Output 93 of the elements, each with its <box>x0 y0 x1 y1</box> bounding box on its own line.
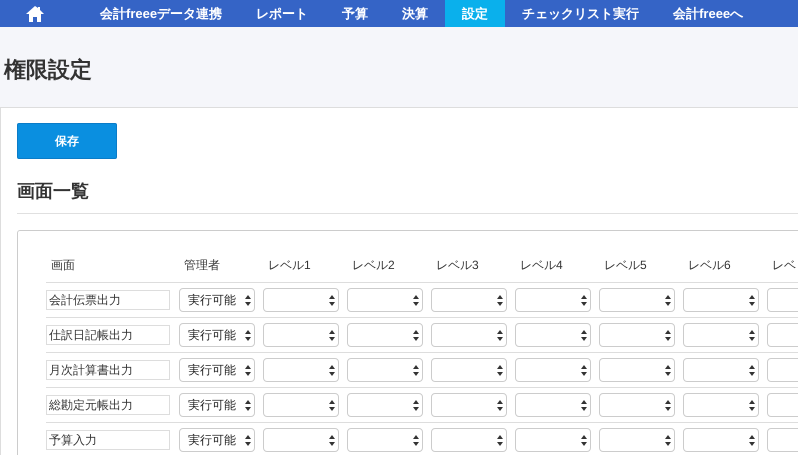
updown-icon <box>329 434 335 446</box>
updown-icon <box>665 294 671 306</box>
permission-select[interactable] <box>347 358 423 382</box>
updown-icon <box>245 434 251 446</box>
permission-select[interactable] <box>431 288 507 312</box>
permission-select[interactable] <box>683 428 759 452</box>
updown-icon <box>581 400 587 410</box>
screen-name-field[interactable]: 総勘定元帳出力 <box>46 395 170 415</box>
page-title: 権限設定 <box>2 56 93 84</box>
permission-select[interactable]: 実行可能 <box>179 428 255 452</box>
permission-select[interactable] <box>599 428 675 452</box>
updown-icon <box>413 330 419 340</box>
updown-icon <box>749 400 755 410</box>
column-header: 管理者 <box>179 249 263 283</box>
screen-name-field[interactable]: 予算入力 <box>46 430 170 450</box>
permission-select[interactable] <box>431 428 507 452</box>
permission-select[interactable] <box>347 288 423 312</box>
updown-icon <box>329 330 335 340</box>
permission-select[interactable] <box>431 358 507 382</box>
permission-select[interactable]: 実行可能 <box>179 358 255 382</box>
updown-icon <box>749 330 755 340</box>
updown-icon <box>581 434 587 446</box>
permission-select[interactable] <box>599 393 675 417</box>
permission-select[interactable] <box>431 323 507 347</box>
updown-icon <box>581 330 587 340</box>
updown-icon <box>749 434 755 446</box>
permission-select[interactable] <box>683 393 759 417</box>
updown-icon <box>245 330 251 340</box>
permission-select[interactable] <box>263 358 339 382</box>
nav-tab[interactable]: 決算 <box>385 0 446 27</box>
permission-select[interactable] <box>347 393 423 417</box>
screen-name-field[interactable]: 月次計算書出力 <box>46 360 170 380</box>
permission-select[interactable] <box>599 288 675 312</box>
column-header: レベル3 <box>431 249 515 283</box>
permission-select[interactable] <box>515 288 591 312</box>
column-header: レベル4 <box>515 249 599 283</box>
permission-select[interactable] <box>683 323 759 347</box>
column-header: レベル1 <box>263 249 347 283</box>
updown-icon <box>497 400 503 410</box>
updown-icon <box>245 364 251 376</box>
nav-tab[interactable]: 予算 <box>325 0 386 27</box>
nav-tab[interactable]: 会計freeeデータ連携 <box>83 0 240 27</box>
permission-select[interactable] <box>599 323 675 347</box>
updown-icon <box>413 434 419 446</box>
permission-select[interactable] <box>683 288 759 312</box>
updown-icon <box>413 364 419 376</box>
screen-name-field[interactable]: 会計伝票出力 <box>46 290 170 310</box>
permission-select[interactable] <box>431 393 507 417</box>
permission-select[interactable]: 実行可能 <box>179 323 255 347</box>
permission-select[interactable] <box>263 428 339 452</box>
column-header: レベル5 <box>599 249 683 283</box>
permission-select[interactable] <box>263 323 339 347</box>
updown-icon <box>665 364 671 376</box>
nav-tab[interactable]: チェックリスト実行 <box>505 0 656 27</box>
updown-icon <box>665 330 671 340</box>
permission-select[interactable] <box>263 393 339 417</box>
screen-name-field[interactable]: 仕訳日記帳出力 <box>46 325 170 345</box>
nav-tab[interactable]: 会計freeeへ <box>656 0 760 27</box>
updown-icon <box>665 400 671 410</box>
permission-select[interactable] <box>515 358 591 382</box>
updown-icon <box>329 294 335 306</box>
updown-icon <box>497 364 503 376</box>
column-header: レベル2 <box>347 249 431 283</box>
nav-tab[interactable]: レポート <box>239 0 326 27</box>
updown-icon <box>329 364 335 376</box>
permission-select[interactable] <box>599 358 675 382</box>
column-header: レベル6 <box>683 249 767 283</box>
permission-select[interactable] <box>683 358 759 382</box>
updown-icon <box>749 294 755 306</box>
permission-select[interactable]: 実行可能 <box>179 288 255 312</box>
home-icon[interactable] <box>24 4 44 22</box>
updown-icon <box>329 400 335 410</box>
updown-icon <box>665 434 671 446</box>
updown-icon <box>581 294 587 306</box>
updown-icon <box>497 294 503 306</box>
permission-select[interactable] <box>515 323 591 347</box>
updown-icon <box>413 400 419 410</box>
updown-icon <box>497 434 503 446</box>
column-header: レベ <box>767 249 798 283</box>
updown-icon <box>749 364 755 376</box>
permission-select[interactable] <box>347 428 423 452</box>
permission-select[interactable]: 実行可能 <box>179 393 255 417</box>
updown-icon <box>497 330 503 340</box>
permission-select[interactable] <box>515 393 591 417</box>
updown-icon <box>581 364 587 376</box>
permission-select[interactable] <box>515 428 591 452</box>
permission-select[interactable] <box>347 323 423 347</box>
updown-icon <box>245 294 251 306</box>
section-title: 画面一覧 <box>17 180 90 203</box>
permission-select[interactable] <box>263 288 339 312</box>
column-header: 画面 <box>46 249 179 283</box>
updown-icon <box>245 400 251 410</box>
updown-icon <box>413 294 419 306</box>
